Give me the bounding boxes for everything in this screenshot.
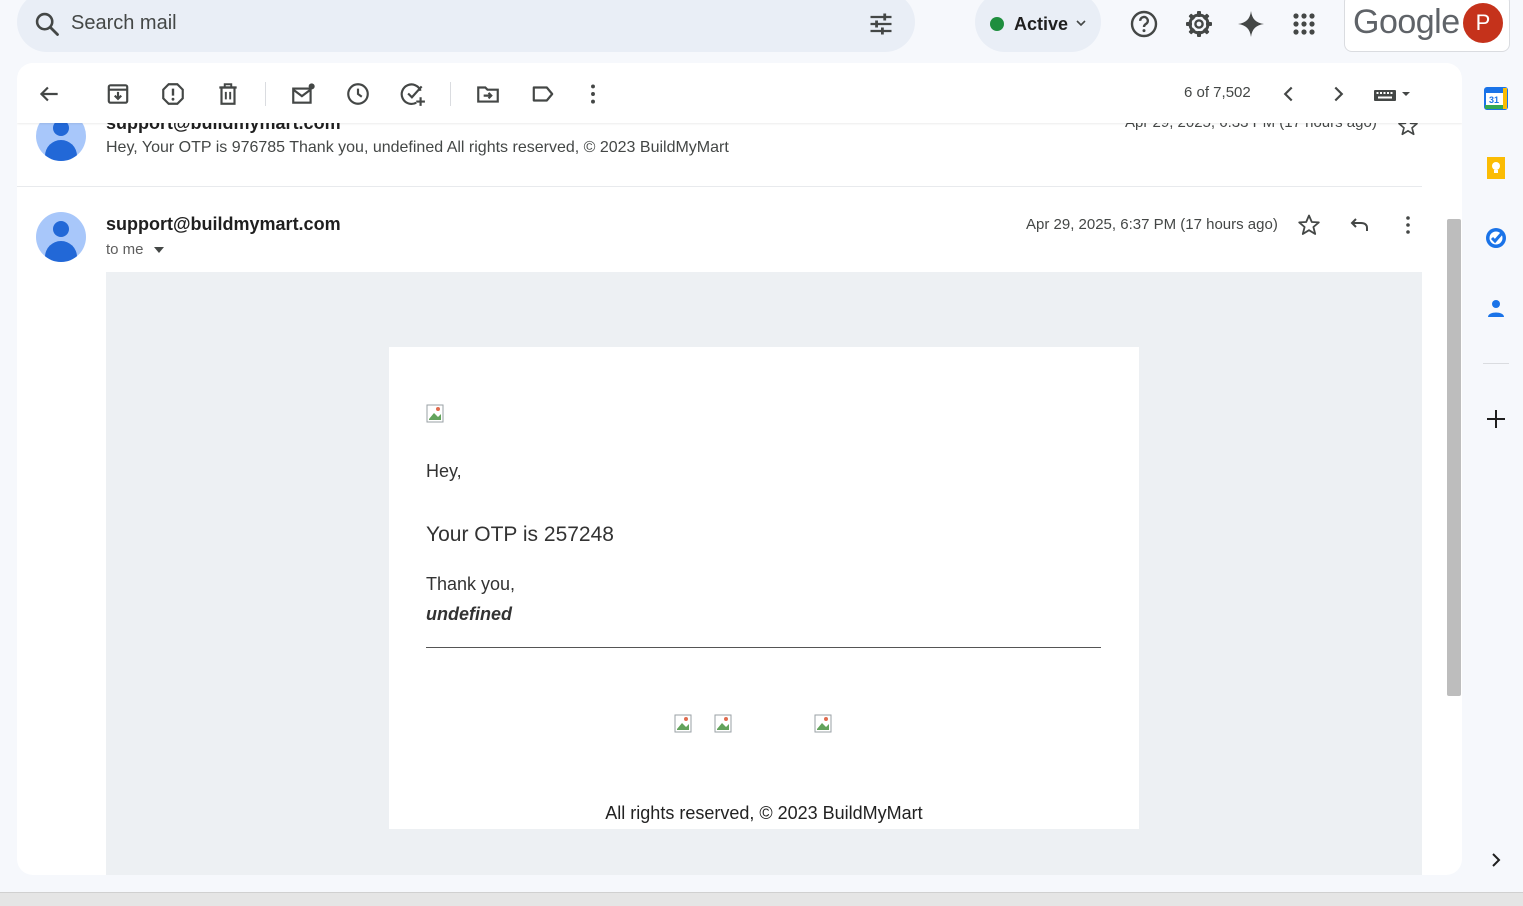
- more-vert-icon[interactable]: [580, 81, 606, 107]
- more-vert-icon[interactable]: [1396, 213, 1420, 237]
- recipient-label: to me: [106, 241, 144, 258]
- search-icon[interactable]: [33, 10, 61, 38]
- tasks-icon[interactable]: [1483, 225, 1509, 251]
- search-options-icon[interactable]: [867, 10, 895, 38]
- email-body-background: Hey, Your OTP is 257248 Thank you, undef…: [106, 272, 1422, 875]
- calendar-day: 31: [1489, 95, 1499, 105]
- status-dot: [990, 17, 1004, 31]
- email-card: Hey, Your OTP is 257248 Thank you, undef…: [389, 347, 1139, 829]
- caret-down-icon[interactable]: [153, 245, 165, 255]
- broken-image-icon: [426, 404, 444, 423]
- archive-icon[interactable]: [105, 81, 131, 107]
- status-label: Active: [1014, 14, 1069, 34]
- apps-grid-icon[interactable]: [1288, 8, 1320, 40]
- settings-gear-icon[interactable]: [1183, 8, 1215, 40]
- back-arrow-icon[interactable]: [36, 81, 62, 107]
- broken-image-icon[interactable]: [674, 714, 694, 734]
- contacts-icon[interactable]: [1483, 295, 1509, 321]
- email-greeting: Hey,: [426, 461, 462, 481]
- chevron-down-icon: [1076, 20, 1086, 27]
- scrollbar-thumb[interactable]: [1447, 219, 1461, 696]
- add-addon-plus-icon[interactable]: [1483, 406, 1509, 432]
- calendar-icon[interactable]: 31: [1483, 85, 1509, 111]
- message-sender[interactable]: support@buildmymart.com: [106, 214, 341, 235]
- toolbar-divider: [265, 82, 266, 106]
- move-to-folder-icon[interactable]: [475, 81, 501, 107]
- toolbar-divider: [450, 82, 451, 106]
- pagination-count: 6 of 7,502: [1184, 84, 1251, 101]
- top-bar: Search mail Active Google P: [0, 0, 1523, 60]
- message-panel: 6 of 7,502 support@buildmymart.com Hey, …: [17, 63, 1462, 875]
- collapsed-snippet: Hey, Your OTP is 976785 Thank you, undef…: [106, 139, 729, 156]
- google-logo: Google: [1353, 3, 1460, 41]
- chevron-right-icon[interactable]: [1325, 81, 1351, 107]
- email-divider: [426, 647, 1101, 648]
- expand-panel-chevron-icon[interactable]: [1483, 847, 1509, 873]
- broken-image-icon[interactable]: [814, 714, 834, 734]
- reply-icon[interactable]: [1347, 213, 1371, 237]
- gemini-sparkle-icon[interactable]: [1235, 8, 1267, 40]
- search-input[interactable]: Search mail: [71, 12, 177, 35]
- message-toolbar: 6 of 7,502: [17, 63, 1462, 123]
- account-switcher[interactable]: Google P: [1344, 0, 1510, 52]
- mark-unread-icon[interactable]: [290, 81, 316, 107]
- broken-image-icon[interactable]: [714, 714, 734, 734]
- star-icon[interactable]: [1297, 213, 1321, 237]
- chevron-left-icon[interactable]: [1276, 81, 1302, 107]
- report-spam-icon[interactable]: [160, 81, 186, 107]
- account-avatar[interactable]: P: [1463, 3, 1503, 43]
- side-panel-divider: [1483, 363, 1509, 364]
- help-icon[interactable]: [1128, 8, 1160, 40]
- os-taskbar: [0, 892, 1523, 906]
- email-thanks: Thank you,: [426, 574, 516, 594]
- message-date: Apr 29, 2025, 6:37 PM (17 hours ago): [1026, 216, 1278, 233]
- email-signature: undefined: [426, 604, 512, 624]
- input-tools-keyboard-icon[interactable]: [1372, 81, 1416, 107]
- search-bar[interactable]: Search mail: [17, 0, 915, 52]
- add-task-icon[interactable]: [400, 81, 426, 107]
- sender-avatar: [36, 212, 86, 262]
- keep-notes-icon[interactable]: [1483, 155, 1509, 181]
- snooze-clock-icon[interactable]: [345, 81, 371, 107]
- delete-trash-icon[interactable]: [215, 81, 241, 107]
- email-footer: All rights reserved, © 2023 BuildMyMart: [605, 803, 923, 823]
- label-tag-icon[interactable]: [530, 81, 556, 107]
- status-selector[interactable]: Active: [975, 0, 1101, 52]
- email-otp-line: Your OTP is 257248: [426, 523, 614, 546]
